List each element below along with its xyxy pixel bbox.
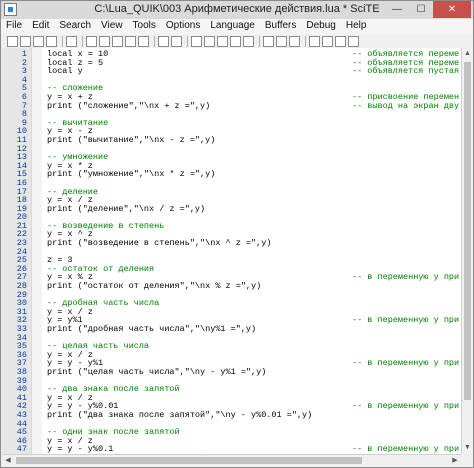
window-controls: — ☐ ✕ — [385, 1, 471, 19]
code-line[interactable]: 19 print ("деление","\nx / z =",y) — [2, 205, 461, 214]
stop-icon[interactable] — [204, 35, 215, 47]
code-text[interactable]: print ("целая часть числа","\ny - y%1 ="… — [47, 368, 266, 377]
toolbar-separator — [187, 35, 188, 47]
new-file-icon[interactable] — [7, 35, 18, 47]
settings-icon[interactable] — [263, 35, 274, 47]
code-line[interactable]: 33 print ("дробная часть числа","\ny%1 ="… — [2, 325, 461, 334]
menu-help[interactable]: Help — [341, 19, 372, 31]
code-text[interactable]: local y — [47, 67, 83, 76]
toolbar-separator — [82, 35, 83, 47]
menu-search[interactable]: Search — [54, 19, 96, 31]
code-lines[interactable]: 1 local x = 10 -- объявляется переме 2 local… — [2, 50, 461, 454]
toolbar-separator — [62, 35, 63, 47]
code-line[interactable]: 7 print ("сложение","\nx + z =",y) -- выво… — [2, 101, 461, 111]
lua-icon[interactable] — [289, 35, 300, 47]
code-text[interactable]: print ("умножение","\nx * z =",y) — [47, 170, 215, 179]
maximize-button[interactable]: ☐ — [409, 1, 433, 18]
menu-tools[interactable]: Tools — [128, 19, 161, 31]
code-line[interactable]: 28 print ("остаток от деления","\nx % z =… — [2, 282, 461, 291]
save-icon[interactable] — [33, 35, 44, 47]
toolbar-separator — [154, 35, 155, 47]
cut-icon[interactable] — [86, 35, 97, 47]
scite-window: C:\Lua_QUIK\003 Арифметические действия.… — [0, 0, 474, 468]
vertical-scroll-thumb[interactable] — [464, 62, 471, 400]
help-icon[interactable] — [348, 35, 359, 47]
print-icon[interactable] — [66, 35, 77, 47]
code-text[interactable]: print ("деление","\nx / z =",y) — [47, 205, 205, 214]
horizontal-scroll-thumb[interactable] — [16, 457, 362, 464]
code-text[interactable]: print ("вычитание","\nx - z =",y) — [47, 136, 215, 145]
menu-options[interactable]: Options — [161, 19, 205, 31]
toolbar-separator — [305, 35, 306, 47]
inline-comment[interactable]: -- вывод на экран дву — [352, 101, 459, 111]
open-file-icon[interactable] — [20, 35, 31, 47]
next-icon[interactable] — [335, 35, 346, 47]
inline-comment[interactable]: -- в переменную у при — [352, 402, 459, 411]
minimize-button[interactable]: — — [385, 1, 409, 18]
code-text[interactable]: print ("сложение","\nx + z =",y) — [47, 101, 210, 111]
build-icon[interactable] — [217, 35, 228, 47]
inline-comment[interactable]: -- объявляется пустая — [352, 67, 459, 76]
close-file-icon[interactable] — [46, 35, 57, 47]
scrollbar-corner — [461, 454, 473, 466]
menu-debug[interactable]: Debug — [301, 19, 340, 31]
inline-comment[interactable]: -- в переменную у при — [352, 316, 459, 325]
inline-comment[interactable]: -- в переменную у при — [352, 273, 459, 282]
code-line[interactable]: 38 print ("целая часть числа","\ny - y%1 … — [2, 368, 461, 377]
code-line[interactable]: 11 print ("вычитание","\nx - z =",y) — [2, 136, 461, 145]
copy-icon[interactable] — [99, 35, 110, 47]
title-bar[interactable]: C:\Lua_QUIK\003 Арифметические действия.… — [1, 1, 473, 19]
menu-language[interactable]: Language — [205, 19, 260, 31]
bookmark-icon[interactable] — [309, 35, 320, 47]
code-text[interactable]: print ("остаток от деления","\nx % z =",… — [47, 282, 261, 291]
horizontal-scrollbar[interactable]: ◀ ▶ — [2, 454, 461, 466]
inline-comment[interactable]: -- в переменную у при — [352, 359, 459, 368]
toolbar — [1, 34, 473, 48]
undo-icon[interactable] — [125, 35, 136, 47]
close-button[interactable]: ✕ — [433, 1, 471, 18]
code-line[interactable]: 43 print ("два знака после запятой","\ny … — [2, 411, 461, 420]
redo-icon[interactable] — [138, 35, 149, 47]
paste-icon[interactable] — [112, 35, 123, 47]
compile-icon[interactable] — [230, 35, 241, 47]
menu-view[interactable]: View — [96, 19, 128, 31]
vertical-scrollbar[interactable]: ▲ ▼ — [461, 48, 473, 454]
scroll-right-arrow-icon[interactable]: ▶ — [449, 455, 461, 466]
code-line[interactable]: 15 print ("умножение","\nx * z =",y) — [2, 170, 461, 179]
code-text[interactable]: print ("два знака после запятой","\ny - … — [47, 411, 312, 420]
toolbar-separator — [259, 35, 260, 47]
inline-comment[interactable]: -- в переменную у при — [352, 445, 459, 454]
menu-file[interactable]: File — [1, 19, 27, 31]
code-line[interactable]: 3 local y -- объявляется пустая — [2, 67, 461, 76]
scroll-up-arrow-icon[interactable]: ▲ — [462, 48, 473, 60]
replace-icon[interactable] — [171, 35, 182, 47]
props-icon[interactable] — [276, 35, 287, 47]
prev-icon[interactable] — [322, 35, 333, 47]
scroll-down-arrow-icon[interactable]: ▼ — [462, 442, 473, 454]
menu-edit[interactable]: Edit — [27, 19, 54, 31]
code-text[interactable]: print ("возведение в степень","\nx ^ z =… — [47, 239, 271, 248]
monitor-icon[interactable] — [243, 35, 254, 47]
menu-buffers[interactable]: Buffers — [260, 19, 302, 31]
scroll-left-arrow-icon[interactable]: ◀ — [2, 455, 14, 466]
menu-bar: File Edit Search View Tools Options Language Bu… — [1, 19, 473, 34]
code-editor[interactable]: 1 local x = 10 -- объявляется переме 2 local… — [2, 48, 461, 454]
code-text[interactable]: print ("дробная часть числа","\ny%1 =",y… — [47, 325, 256, 334]
go-icon[interactable] — [191, 35, 202, 47]
code-line[interactable]: 23 print ("возведение в степень","\nx ^ z… — [2, 239, 461, 248]
find-icon[interactable] — [158, 35, 169, 47]
